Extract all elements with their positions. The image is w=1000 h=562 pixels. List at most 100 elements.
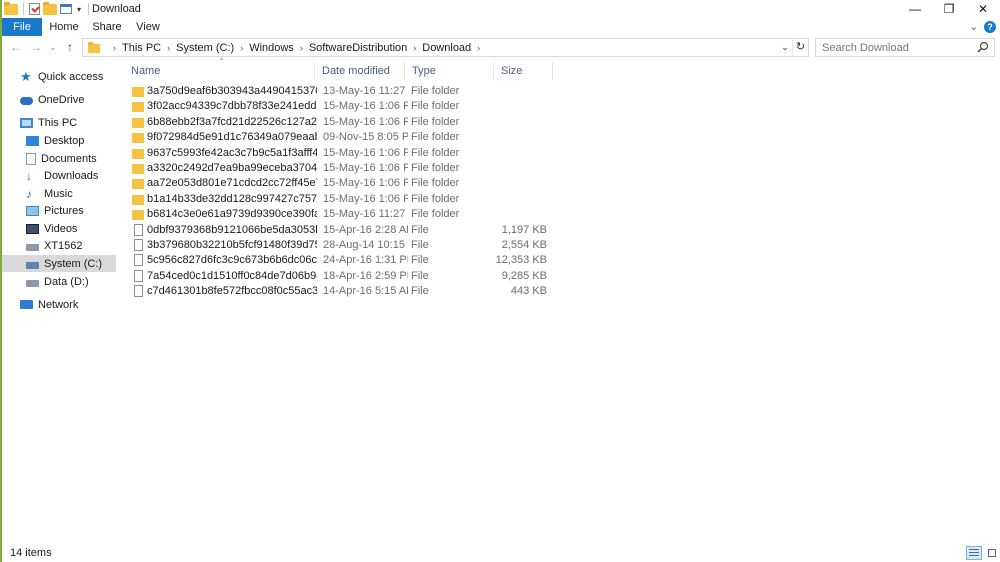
nav-item-onedrive[interactable]: OneDrive: [2, 91, 116, 108]
chevron-right-icon[interactable]: ›: [240, 43, 243, 53]
list-item[interactable]: aa72e053d801e71cdcd2cc72ff45e79c 15-May-…: [124, 176, 554, 191]
window-icon[interactable]: [60, 4, 72, 14]
file-date: 15-Apr-16 2:28 AM: [323, 223, 408, 236]
list-item[interactable]: 7a54ced0c1d1510ff0c84de7d06b94d7acc... 1…: [124, 269, 554, 284]
nav-item-network[interactable]: Network: [2, 296, 116, 313]
file-icon: [132, 239, 144, 251]
list-item[interactable]: 5c956c827d6fc3c9c673b6b6dc06c6c90ccf... …: [124, 253, 554, 268]
up-button[interactable]: ↑: [62, 39, 78, 55]
nav-item-videos[interactable]: Videos: [2, 220, 116, 237]
address-bar[interactable]: › This PC › System (C:) › Windows › Soft…: [82, 38, 809, 57]
chevron-down-icon[interactable]: ⌄: [970, 22, 978, 33]
folder-icon: [132, 131, 144, 144]
maximize-button[interactable]: ❐: [932, 0, 966, 18]
nav-item-label: Videos: [44, 222, 78, 235]
tab-view[interactable]: View: [132, 18, 164, 36]
file-date: 13-May-16 11:27 ...: [323, 85, 408, 97]
column-divider[interactable]: [552, 62, 553, 80]
breadcrumb-system-c[interactable]: System (C:): [176, 42, 234, 54]
large-icons-view-button[interactable]: [984, 546, 1000, 560]
explorer-window: ▾ Download — ❐ ✕ File Home Share View ⌄ …: [0, 0, 1000, 562]
properties-icon[interactable]: [29, 3, 40, 15]
list-item[interactable]: b1a14b33de32dd128c997427c757c7e6 15-May-…: [124, 192, 554, 207]
file-name: b1a14b33de32dd128c997427c757c7e6: [147, 192, 317, 205]
file-type: File: [411, 254, 429, 267]
breadcrumb-softwaredistribution[interactable]: SoftwareDistribution: [309, 42, 407, 54]
close-button[interactable]: ✕: [966, 0, 1000, 18]
item-count: 14 items: [10, 547, 52, 559]
minimize-button[interactable]: —: [898, 0, 932, 18]
column-header-name[interactable]: Name: [124, 62, 314, 80]
quick-access-toolbar: ▾: [4, 1, 91, 17]
pictures-icon: [26, 205, 39, 216]
file-type: File: [411, 223, 429, 236]
file-date: 24-Apr-16 1:31 PM: [323, 254, 408, 267]
list-item[interactable]: c7d461301b8fe572fbcc08f0c55ac38f12e96...…: [124, 284, 554, 299]
chevron-right-icon[interactable]: ›: [167, 43, 170, 53]
column-header-type[interactable]: Type: [405, 62, 493, 80]
list-item[interactable]: 0dbf9379368b9121066be5da3053b517f17... 1…: [124, 223, 554, 238]
file-date: 15-May-16 1:06 PM: [323, 162, 408, 174]
list-item[interactable]: 9637c5993fe42ac3c7b9c5a1f3afff46 15-May-…: [124, 146, 554, 161]
nav-item-desktop[interactable]: Desktop: [2, 132, 116, 149]
breadcrumb-download[interactable]: Download: [422, 42, 471, 54]
file-type: File folder: [411, 115, 460, 128]
chevron-right-icon[interactable]: ›: [113, 43, 116, 53]
file-type: File folder: [411, 146, 460, 159]
chevron-right-icon[interactable]: ›: [413, 43, 416, 53]
chevron-right-icon[interactable]: ›: [300, 43, 303, 53]
nav-item-label: Documents: [41, 152, 97, 165]
nav-item-music[interactable]: ♪ Music: [2, 185, 116, 202]
search-input[interactable]: [815, 38, 995, 57]
search-icon[interactable]: [977, 41, 989, 53]
details-view-button[interactable]: [966, 546, 982, 560]
nav-item-system-c[interactable]: System (C:): [2, 255, 116, 272]
recent-locations-button[interactable]: ⌄: [45, 39, 61, 55]
large-icons-view-icon: [988, 549, 996, 557]
folder-icon: [132, 162, 144, 174]
nav-item-quick-access[interactable]: ★ Quick access: [2, 68, 116, 85]
tab-share[interactable]: Share: [89, 18, 125, 36]
nav-item-this-pc[interactable]: This PC: [2, 114, 116, 131]
nav-item-xt1562[interactable]: XT1562: [2, 237, 116, 254]
back-button[interactable]: ←: [8, 39, 24, 55]
forward-button[interactable]: →: [28, 39, 44, 55]
nav-item-documents[interactable]: Documents: [2, 150, 116, 167]
list-item[interactable]: 3f02acc94339c7dbb78f33e241eddbaa 15-May-…: [124, 99, 554, 114]
list-item[interactable]: a3320c2492d7ea9ba99eceba37041441 15-May-…: [124, 161, 554, 176]
folder-icon: [132, 100, 144, 113]
nav-item-downloads[interactable]: ↓ Downloads: [2, 167, 116, 184]
list-item[interactable]: 6b88ebb2f3a7fcd21d22526c127a28eb 15-May-…: [124, 115, 554, 130]
nav-item-label: OneDrive: [38, 93, 85, 106]
breadcrumb-windows[interactable]: Windows: [249, 42, 294, 54]
list-item[interactable]: b6814c3e0e61a9739d9390ce390faf4c 15-May-…: [124, 207, 554, 222]
file-name: b6814c3e0e61a9739d9390ce390faf4c: [147, 208, 317, 221]
folder-icon: [88, 42, 100, 54]
file-name: 6b88ebb2f3a7fcd21d22526c127a28eb: [147, 115, 317, 128]
folder-icon: [132, 147, 144, 159]
list-item[interactable]: 3a750d9eaf6b303943a44904153705ce 13-May-…: [124, 84, 554, 99]
help-icon[interactable]: ?: [984, 21, 996, 33]
file-name: 0dbf9379368b9121066be5da3053b517f17...: [147, 223, 317, 236]
tab-home[interactable]: Home: [46, 18, 82, 36]
list-item[interactable]: 9f072984d5e91d1c76349a079eaab5df 09-Nov-…: [124, 130, 554, 145]
refresh-button[interactable]: ↻: [792, 39, 808, 56]
toolbar-separator: [23, 3, 24, 15]
navigation-pane: ★ Quick access OneDrive This PC Desktop …: [2, 62, 118, 540]
address-dropdown-button[interactable]: ⌄: [778, 39, 792, 56]
chevron-right-icon[interactable]: ›: [477, 43, 480, 53]
tab-file[interactable]: File: [2, 18, 42, 36]
phone-device-icon: [26, 243, 39, 251]
file-name: aa72e053d801e71cdcd2cc72ff45e79c: [147, 177, 317, 190]
column-header-date-modified[interactable]: Date modified: [315, 62, 403, 80]
nav-item-pictures[interactable]: Pictures: [2, 202, 116, 219]
new-folder-icon[interactable]: [43, 1, 57, 15]
list-item[interactable]: 3b379680b32210b5fcf91480f39d75e7840e... …: [124, 238, 554, 253]
status-bar: 14 items: [2, 544, 1000, 562]
videos-icon: [26, 223, 39, 234]
breadcrumb-this-pc[interactable]: This PC: [122, 42, 161, 54]
customize-toolbar-icon[interactable]: ▾: [75, 5, 83, 14]
toolbar-separator: [88, 3, 89, 15]
column-header-size[interactable]: Size: [494, 62, 552, 80]
nav-item-data-d[interactable]: Data (D:): [2, 273, 116, 290]
